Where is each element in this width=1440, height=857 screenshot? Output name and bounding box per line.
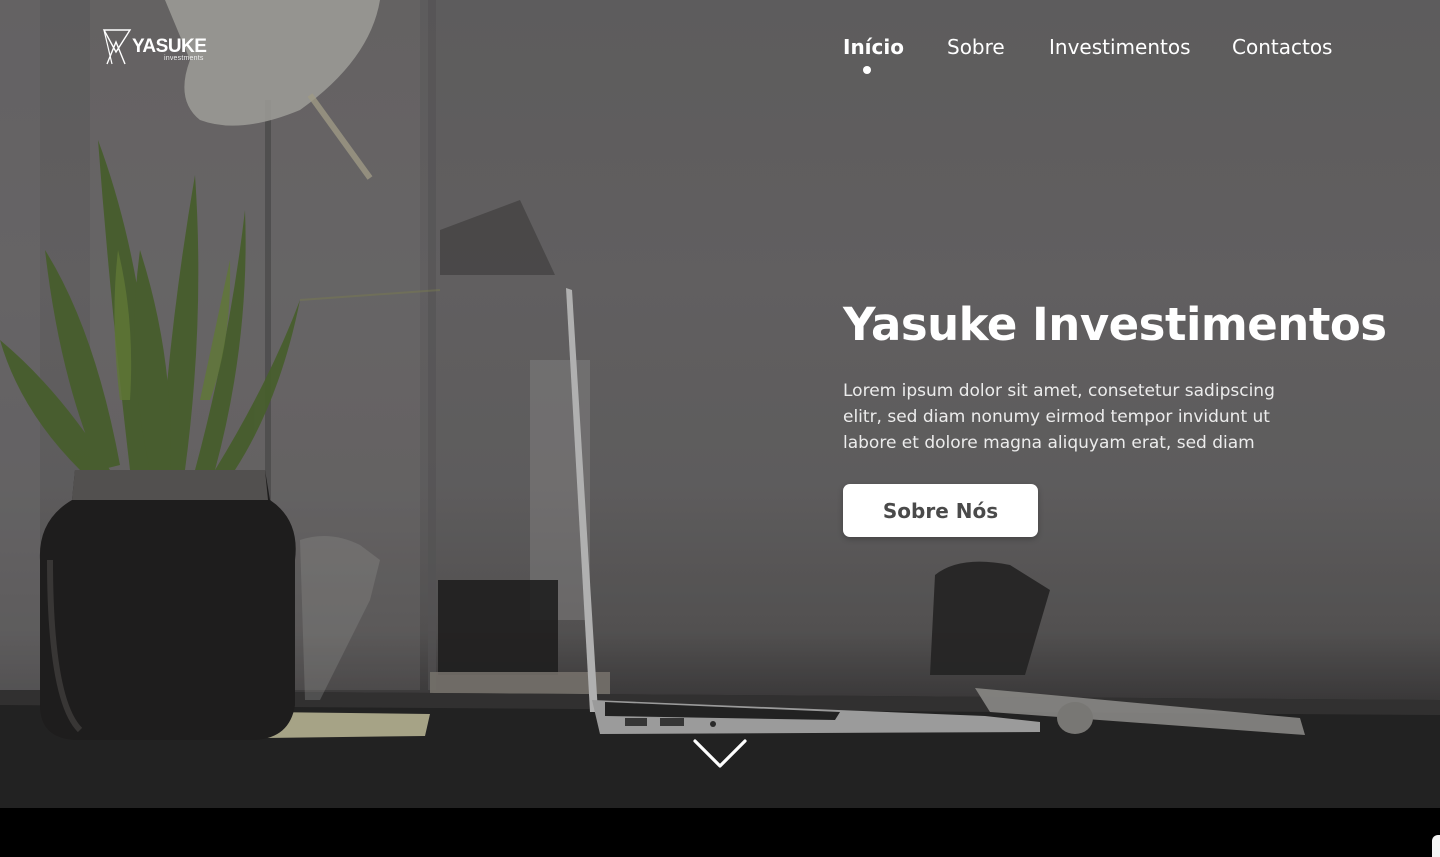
chevron-down-icon[interactable]	[693, 738, 747, 770]
hero-title: Yasuke Investimentos	[843, 298, 1387, 351]
hero-description: Lorem ipsum dolor sit amet, consetetur s…	[843, 381, 1275, 453]
sobre-nos-button[interactable]: Sobre Nós	[843, 484, 1038, 537]
scroll-corner	[1432, 835, 1440, 857]
nav-active-indicator	[863, 66, 871, 74]
hero-section: YASUKE investments Início Sobre Investim…	[0, 0, 1440, 808]
nav-item-sobre[interactable]: Sobre	[947, 34, 1005, 60]
bottom-bar	[0, 808, 1440, 857]
main-nav: Início Sobre Investimentos Contactos	[0, 34, 1440, 62]
nav-item-investimentos[interactable]: Investimentos	[1049, 34, 1191, 60]
nav-item-contactos[interactable]: Contactos	[1232, 34, 1332, 60]
nav-item-inicio[interactable]: Início	[843, 34, 904, 60]
